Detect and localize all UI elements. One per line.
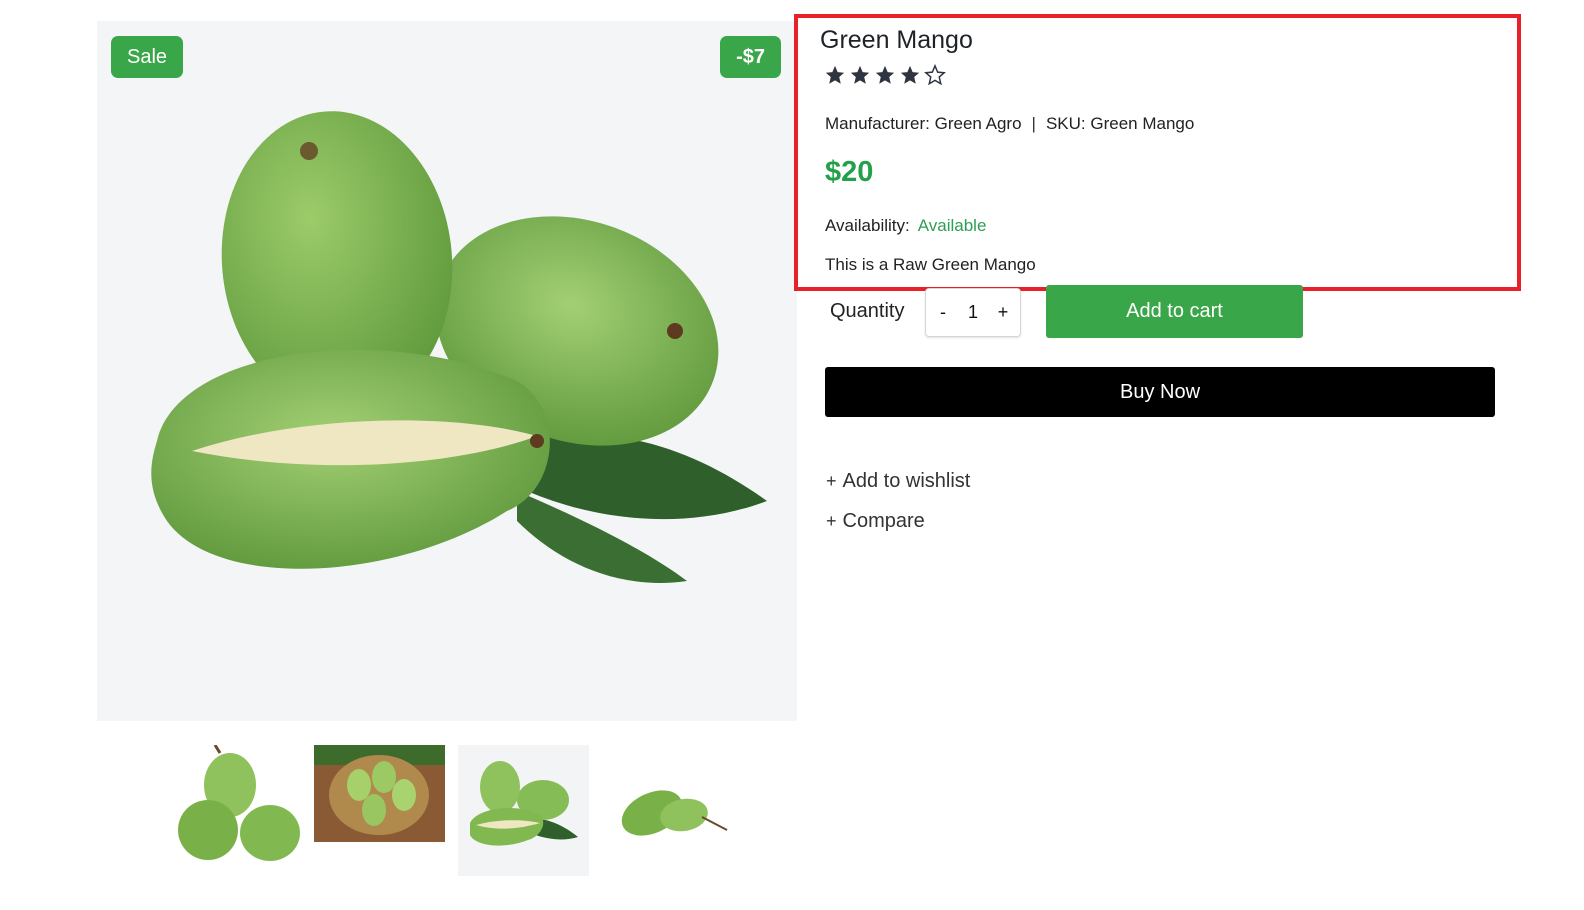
- product-price: $20: [825, 156, 874, 188]
- quantity-stepper: - 1 +: [925, 288, 1021, 337]
- quantity-decrement-button[interactable]: -: [934, 302, 952, 323]
- compare-link[interactable]: + Compare: [826, 510, 925, 533]
- quantity-increment-button[interactable]: +: [994, 302, 1012, 323]
- availability-label: Availability:: [825, 216, 910, 235]
- star-filled-icon: [875, 65, 895, 84]
- main-product-image: Sale -$7: [97, 21, 797, 721]
- product-description: This is a Raw Green Mango: [825, 255, 1036, 274]
- mango-basket-thumb-image: [314, 745, 445, 842]
- sale-badge: Sale: [111, 36, 184, 78]
- star-empty-icon: [924, 64, 946, 86]
- mango-thumb-image-selected: [470, 761, 578, 846]
- availability-status: Available: [917, 216, 987, 235]
- product-meta: Manufacturer: Green Agro | SKU: Green Ma…: [825, 114, 1194, 134]
- add-to-cart-button[interactable]: Add to cart: [1046, 285, 1303, 338]
- thumbnail-1[interactable]: [170, 745, 301, 876]
- mango-thumb-image: [178, 745, 300, 861]
- discount-badge: -$7: [720, 36, 781, 78]
- quantity-input[interactable]: 1: [961, 302, 985, 323]
- manufacturer: Manufacturer: Green Agro: [825, 114, 1022, 133]
- mango-pair-thumb-image: [621, 790, 728, 836]
- plus-icon: +: [826, 511, 837, 531]
- star-filled-icon: [850, 65, 870, 84]
- star-filled-icon: [825, 65, 845, 84]
- availability: Availability: Available: [825, 216, 986, 236]
- add-to-wishlist-link[interactable]: + Add to wishlist: [826, 470, 970, 493]
- mango-illustration: [151, 111, 767, 583]
- thumbnail-3[interactable]: [458, 745, 589, 876]
- buy-now-button[interactable]: Buy Now: [825, 367, 1495, 417]
- rating-stars: [824, 64, 946, 86]
- product-title: Green Mango: [820, 26, 973, 54]
- sku: SKU: Green Mango: [1045, 114, 1195, 133]
- product-details-highlight: Green Mango Manufacturer: Green Agro | S…: [794, 14, 1521, 291]
- compare-label: Compare: [842, 510, 925, 532]
- star-filled-icon: [900, 65, 920, 84]
- thumbnail-strip: [170, 745, 733, 876]
- thumbnail-2[interactable]: [314, 745, 445, 876]
- quantity-label: Quantity: [830, 300, 905, 322]
- wishlist-label: Add to wishlist: [842, 470, 971, 492]
- thumbnail-4[interactable]: [602, 745, 733, 876]
- meta-separator: |: [1031, 114, 1036, 133]
- plus-icon: +: [826, 471, 837, 491]
- product-page: Sale -$7 Green Mango Manufacturer: Green…: [0, 0, 1584, 910]
